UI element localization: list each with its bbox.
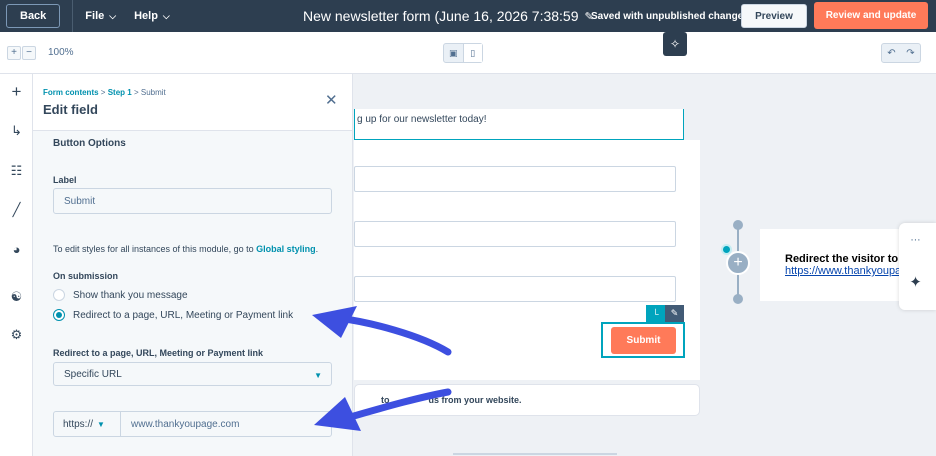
- flow-target-dot[interactable]: [721, 244, 732, 255]
- section-title: Button Options: [53, 138, 126, 149]
- flow-node-top: [733, 220, 743, 230]
- form-field-3[interactable]: [354, 276, 676, 302]
- radio-label: Show thank you message: [73, 289, 188, 301]
- left-rail: + ↳ ☷ ╱ ◕ ☯ ⚙: [0, 74, 33, 456]
- redirect-type-select[interactable]: Specific URL ▼: [53, 362, 332, 386]
- form-title-text: New newsletter form (June 16, 2026 7:38:…: [303, 8, 579, 24]
- breadcrumb-form-contents[interactable]: Form contents: [43, 88, 99, 97]
- undo-redo-group: ↶ ↷: [881, 43, 921, 63]
- brush-icon[interactable]: ╱: [0, 202, 33, 218]
- panel-title: Edit field: [43, 102, 98, 117]
- url-protocol-value: https://: [63, 418, 94, 430]
- breadcrumb-current: Submit: [140, 88, 166, 97]
- caret-down-icon: ▼: [314, 371, 322, 380]
- url-input-group: https:// ▼ www.thankyoupage.com: [53, 411, 332, 437]
- close-icon[interactable]: ✕: [325, 91, 338, 109]
- zoom-level: 100%: [48, 47, 74, 58]
- help-menu-label: Help: [134, 10, 158, 22]
- caret-down-icon: ▼: [97, 419, 105, 429]
- styles-note-prefix: To edit styles for all instances of this…: [53, 244, 254, 254]
- label-input[interactable]: Submit: [53, 188, 332, 214]
- radio-button[interactable]: [53, 289, 65, 301]
- desktop-icon[interactable]: ▣: [444, 44, 463, 62]
- breadcrumb-step[interactable]: Step 1: [108, 88, 132, 97]
- form-title[interactable]: New newsletter form (June 16, 2026 7:38:…: [303, 0, 594, 32]
- styles-note: To edit styles for all instances of this…: [53, 244, 318, 254]
- topbar-divider: [72, 0, 74, 32]
- preview-button[interactable]: Preview: [741, 4, 807, 28]
- add-icon[interactable]: +: [0, 82, 33, 102]
- chevron-down-icon: ⌵: [162, 10, 170, 21]
- redirect-heading: Redirect to a page, URL, Meeting or Paym…: [53, 348, 264, 358]
- collect-notice-prefix: to: [381, 395, 390, 405]
- redo-icon[interactable]: ↷: [901, 44, 920, 62]
- radio-button-selected[interactable]: [53, 309, 65, 321]
- side-widget: ⋯ ✦: [899, 223, 936, 310]
- file-menu-label: File: [85, 10, 105, 22]
- flow-node-bottom: [733, 294, 743, 304]
- styles-note-suffix: .: [315, 244, 319, 254]
- review-and-update-button[interactable]: Review and update: [814, 2, 928, 29]
- url-input[interactable]: www.thankyoupage.com: [121, 412, 331, 436]
- collect-data-notice: to ds from your website.: [354, 384, 700, 416]
- back-button[interactable]: Back: [6, 4, 61, 28]
- layout-icon[interactable]: ☷: [0, 163, 33, 179]
- help-menu[interactable]: Help ⌵: [134, 10, 170, 22]
- form-field-2[interactable]: [354, 221, 676, 247]
- file-menu[interactable]: File ⌵: [85, 10, 116, 22]
- select-parent-icon[interactable]: └: [646, 305, 665, 322]
- undo-icon[interactable]: ↶: [882, 44, 901, 62]
- redirect-type-value: Specific URL: [64, 368, 122, 380]
- zoom-out-button[interactable]: −: [22, 46, 36, 60]
- canvas-bottom-divider: [453, 453, 617, 455]
- edit-pencil-icon[interactable]: ✎: [665, 305, 684, 322]
- submit-button-preview[interactable]: Submit: [611, 327, 676, 354]
- chevron-down-icon: ⌵: [109, 10, 117, 21]
- save-status: Saved with unpublished changes: [591, 10, 749, 22]
- global-styling-link[interactable]: Global styling: [256, 244, 316, 254]
- editor-toolbar: + − 100% ▣ ▯ ✧ ↶ ↷: [0, 32, 936, 74]
- zoom-in-button[interactable]: +: [7, 46, 21, 60]
- panel-body: Button Options Label Submit To edit styl…: [33, 131, 352, 456]
- sparkle-icon: ✧: [669, 37, 681, 51]
- grid-icon[interactable]: ⋯: [899, 235, 932, 246]
- form-intro-text[interactable]: g up for our newsletter today!: [354, 109, 684, 140]
- hierarchy-icon[interactable]: ☯: [0, 289, 33, 305]
- ai-assistant-button[interactable]: ✧: [663, 32, 687, 56]
- edit-field-panel: Form contents > Step 1 > Submit Edit fie…: [33, 74, 353, 456]
- breadcrumb: Form contents > Step 1 > Submit: [43, 88, 166, 97]
- radio-show-thank-you[interactable]: Show thank you message: [53, 289, 188, 301]
- collect-notice-suffix: ds from your website.: [428, 395, 522, 405]
- device-toggle: ▣ ▯: [443, 43, 483, 63]
- breadcrumb-separator: >: [100, 88, 106, 97]
- gauge-icon[interactable]: ◕: [0, 242, 33, 257]
- breadcrumb-separator: >: [133, 88, 139, 97]
- tree-icon[interactable]: ↳: [0, 123, 33, 139]
- sparkle-icon[interactable]: ✦: [899, 273, 932, 291]
- url-protocol-select[interactable]: https:// ▼: [54, 412, 121, 436]
- label-heading: Label: [53, 175, 77, 185]
- gear-icon[interactable]: ⚙: [0, 327, 33, 343]
- form-field-1[interactable]: [354, 166, 676, 192]
- mobile-icon[interactable]: ▯: [462, 44, 482, 62]
- module-tools: └ ✎: [646, 305, 684, 322]
- radio-redirect[interactable]: Redirect to a page, URL, Meeting or Paym…: [53, 309, 293, 321]
- submission-heading: On submission: [53, 271, 119, 281]
- radio-label: Redirect to a page, URL, Meeting or Paym…: [73, 309, 294, 321]
- add-step-icon[interactable]: +: [726, 251, 750, 275]
